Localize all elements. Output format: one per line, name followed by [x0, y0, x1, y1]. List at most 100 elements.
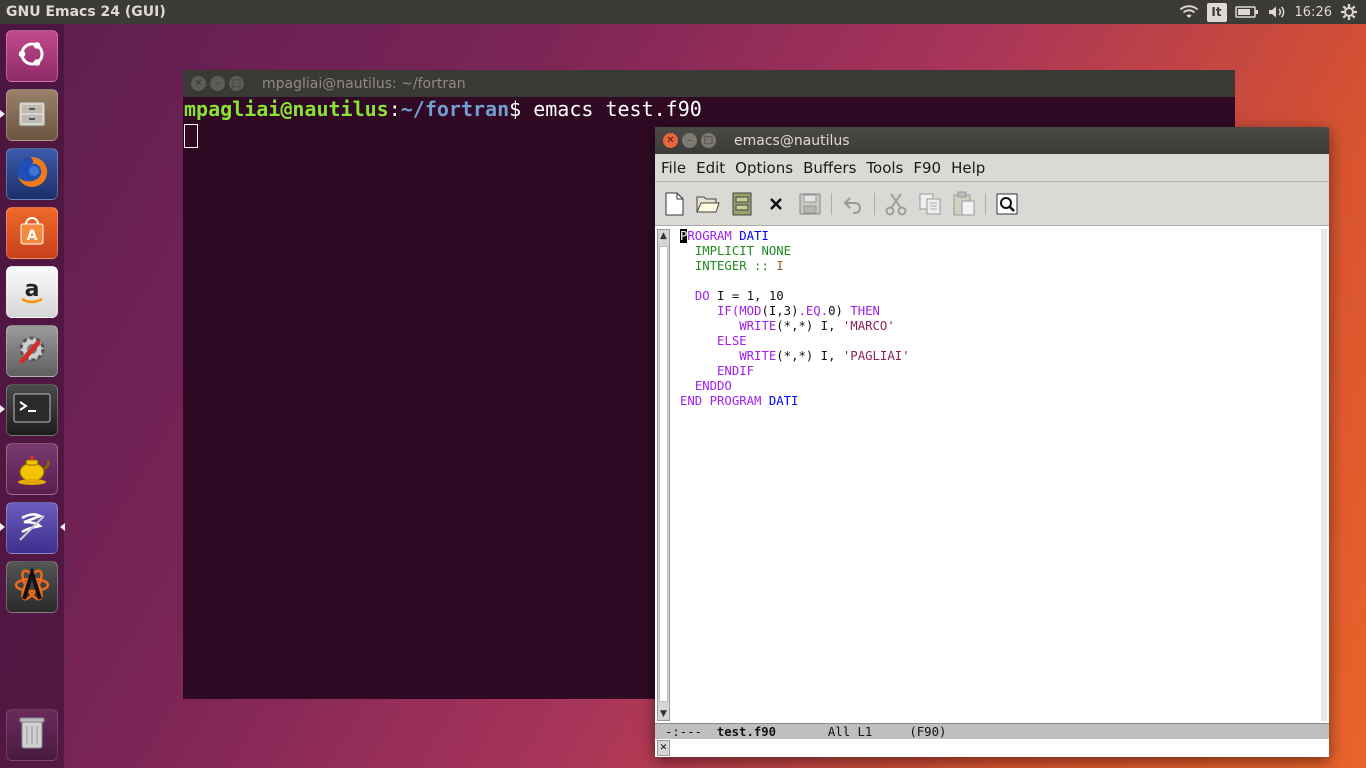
gear-icon[interactable] [1340, 0, 1358, 24]
code-line: ENDIF [680, 364, 910, 379]
teapot-launcher[interactable] [6, 443, 58, 495]
svg-text:a: a [25, 277, 40, 302]
terminal-maximize-button[interactable]: □ [229, 76, 244, 91]
vertical-scrollbar[interactable]: ▲ ▼ [657, 229, 670, 721]
menu-f90[interactable]: F90 [908, 159, 946, 177]
code-keyword: ELSE [717, 334, 747, 348]
minibuffer-scroll-icon[interactable]: ✕ [657, 740, 670, 756]
code-program-name: DATI [739, 229, 769, 243]
emacs-icon [12, 506, 52, 550]
menu-options[interactable]: Options [730, 159, 798, 177]
code-keyword: MOD [739, 304, 762, 318]
modeline-position: All L1 [827, 725, 873, 739]
search-icon[interactable] [994, 191, 1020, 217]
volume-icon[interactable] [1267, 0, 1287, 24]
mode-line[interactable]: -:--- test.f90 All L1 (F90) [655, 723, 1329, 739]
running-indicator [0, 110, 5, 118]
code-type: IMPLICIT NONE [694, 244, 792, 258]
emacs-close-button[interactable]: ✕ [663, 133, 678, 148]
system-tray: It 16:26 [1179, 0, 1366, 24]
code-text-segment: (*,*) I, [776, 349, 843, 363]
running-indicator [0, 405, 5, 413]
emacs-menubar: File Edit Options Buffers Tools F90 Help [655, 154, 1329, 182]
new-file-icon[interactable] [661, 191, 687, 217]
amazon-icon: a [14, 272, 50, 312]
teapot-icon [12, 447, 52, 491]
open-folder-icon[interactable] [695, 191, 721, 217]
code-keyword: END PROGRAM [680, 394, 762, 408]
editor-buffer[interactable]: ▲ ▼ PROGRAM DATI IMPLICIT NONE INTEGER :… [655, 226, 1329, 723]
clock[interactable]: 16:26 [1295, 0, 1332, 24]
firefox-launcher[interactable] [6, 148, 58, 200]
code-line: END PROGRAM DATI [680, 394, 910, 409]
minibuffer[interactable]: ✕ [655, 739, 1329, 757]
scroll-down-arrow-icon[interactable]: ▼ [658, 708, 669, 720]
menu-buffers[interactable]: Buffers [798, 159, 861, 177]
battery-icon[interactable] [1234, 0, 1259, 24]
menu-edit[interactable]: Edit [691, 159, 730, 177]
code-text[interactable]: PROGRAM DATI IMPLICIT NONE INTEGER :: I … [680, 229, 910, 409]
file-cabinet-icon [14, 95, 50, 135]
cut-icon[interactable] [883, 191, 909, 217]
modeline-buffer-name[interactable]: test.f90 [717, 725, 776, 739]
undo-icon[interactable] [840, 191, 866, 217]
emacs-titlebar[interactable]: ✕ – □ emacs@nautilus [655, 127, 1329, 154]
trash-launcher[interactable] [6, 709, 58, 761]
code-line: ELSE [680, 334, 910, 349]
menu-help[interactable]: Help [946, 159, 990, 177]
code-line: IMPLICIT NONE [680, 244, 910, 259]
terminal-titlebar[interactable]: ✕ – □ mpagliai@nautilus: ~/fortran [183, 70, 1235, 97]
scroll-up-arrow-icon[interactable]: ▲ [658, 230, 669, 242]
close-icon[interactable] [763, 191, 789, 217]
copy-icon[interactable] [917, 191, 943, 217]
code-keyword: ENDIF [717, 364, 755, 378]
code-line: IF(MOD(I,3).EQ.0) THEN [680, 304, 910, 319]
paste-icon[interactable] [951, 191, 977, 217]
terminal-minimize-button[interactable]: – [210, 76, 225, 91]
launcher: A a [0, 24, 65, 768]
emacs-maximize-button[interactable]: □ [701, 133, 716, 148]
emacs-launcher[interactable] [6, 502, 58, 554]
terminal-prompt-line: mpagliai@nautilus:~/fortran$ emacs test.… [184, 97, 1235, 121]
toolbar-separator [874, 192, 875, 215]
code-line: ENDDO [680, 379, 910, 394]
scrollbar-thumb[interactable] [659, 246, 668, 702]
code-text-segment: (I,3) [761, 304, 799, 318]
software-center-launcher[interactable]: A [6, 207, 58, 259]
emacs-window[interactable]: ✕ – □ emacs@nautilus File Edit Options B… [655, 127, 1329, 757]
prompt-path: ~/fortran [400, 97, 510, 121]
toolbar-separator [831, 192, 832, 215]
prompt-user: mpagliai@nautilus [184, 97, 389, 121]
code-line: PROGRAM DATI [680, 229, 910, 244]
code-keyword: THEN [850, 304, 880, 318]
code-type: INTEGER :: [694, 259, 769, 273]
code-keyword: ROGRAM [687, 229, 732, 243]
menu-file[interactable]: File [655, 159, 691, 177]
keyboard-layout-indicator[interactable]: It [1206, 0, 1227, 24]
terminal-launcher[interactable] [6, 384, 58, 436]
code-text-segment: (*,*) I, [776, 319, 843, 333]
code-line: INTEGER :: I [680, 259, 910, 274]
system-settings-launcher[interactable] [6, 325, 58, 377]
code-program-name: DATI [768, 394, 799, 408]
ubuntu-dash-button[interactable] [6, 30, 58, 82]
code-keyword: .EQ. [798, 304, 829, 318]
shopping-bag-icon: A [14, 213, 50, 253]
code-string: 'MARCO' [842, 319, 895, 333]
settings-wrench-icon [13, 330, 51, 372]
atom-launcher[interactable] [6, 561, 58, 613]
dired-icon[interactable] [729, 191, 755, 217]
modeline-mode[interactable]: (F90) [909, 725, 946, 739]
atom-icon [12, 565, 52, 609]
files-launcher[interactable] [6, 89, 58, 141]
terminal-icon [12, 391, 52, 429]
emacs-minimize-button[interactable]: – [682, 133, 697, 148]
code-string: 'PAGLIAI' [842, 349, 910, 363]
menu-tools[interactable]: Tools [861, 159, 908, 177]
terminal-close-button[interactable]: ✕ [191, 76, 206, 91]
amazon-launcher[interactable]: a [6, 266, 58, 318]
running-indicator [0, 523, 5, 531]
save-icon[interactable] [797, 191, 823, 217]
wifi-icon[interactable] [1179, 0, 1199, 24]
code-line: WRITE(*,*) I, 'PAGLIAI' [680, 349, 910, 364]
